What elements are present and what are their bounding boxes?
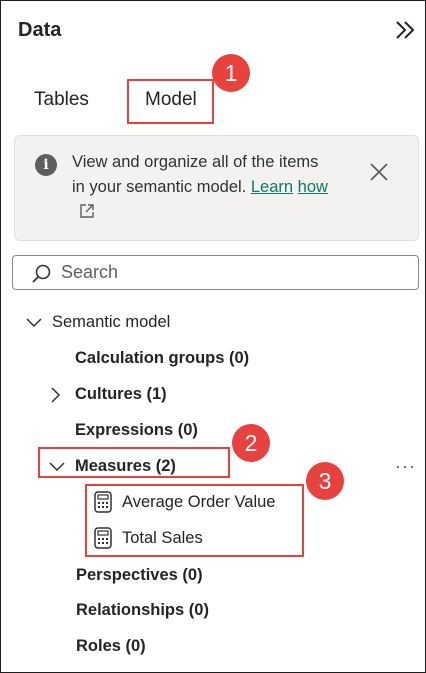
callout-badge-1: 1 bbox=[212, 54, 250, 92]
data-pane: Data Tables Model 1 i View and organize … bbox=[0, 0, 426, 673]
tree-item-label: Measures (2) bbox=[75, 457, 176, 475]
tree-item-label: Roles (0) bbox=[76, 637, 146, 655]
pane-title: Data bbox=[18, 19, 62, 41]
measure-label: Total Sales bbox=[122, 529, 203, 547]
tree-item-label: Perspectives (0) bbox=[76, 566, 203, 584]
search-box bbox=[12, 255, 419, 290]
callout-badge-3: 3 bbox=[306, 462, 344, 500]
tree-root-label: Semantic model bbox=[52, 313, 171, 331]
chevron-right-icon[interactable] bbox=[49, 386, 61, 404]
info-banner: i View and organize all of the items in … bbox=[14, 135, 419, 241]
measure-label: Average Order Value bbox=[122, 493, 276, 511]
tree-item-label: Calculation groups (0) bbox=[75, 349, 250, 367]
tree-item-label: Expressions (0) bbox=[75, 421, 198, 439]
double-chevron-right-icon bbox=[396, 21, 415, 39]
tree-item-label: Cultures (1) bbox=[75, 385, 167, 403]
measure-total-sales[interactable]: Total Sales bbox=[122, 529, 203, 548]
callout-badge-2: 2 bbox=[232, 424, 270, 462]
chevron-down-icon[interactable] bbox=[25, 317, 43, 329]
tree-root-semantic-model[interactable]: Semantic model bbox=[52, 313, 170, 332]
chevron-down-icon[interactable] bbox=[48, 461, 66, 473]
info-icon: i bbox=[35, 154, 57, 176]
close-icon bbox=[370, 163, 388, 181]
tree-item-cultures[interactable]: Cultures (1) bbox=[75, 385, 167, 404]
learn-how-link-end[interactable]: how bbox=[298, 178, 328, 196]
calculator-icon bbox=[94, 491, 112, 513]
collapse-pane-button[interactable] bbox=[391, 17, 419, 45]
tree-item-measures[interactable]: Measures (2) bbox=[75, 457, 176, 476]
tab-model[interactable]: Model bbox=[145, 89, 197, 111]
search-icon bbox=[32, 264, 51, 283]
tab-tables[interactable]: Tables bbox=[34, 89, 89, 111]
tree-item-perspectives[interactable]: Perspectives (0) bbox=[76, 566, 203, 585]
tree-item-label: Relationships (0) bbox=[76, 601, 209, 619]
calculator-icon bbox=[94, 527, 112, 549]
tree-item-relationships[interactable]: Relationships (0) bbox=[76, 601, 209, 620]
search-input[interactable] bbox=[61, 260, 401, 285]
tree-item-roles[interactable]: Roles (0) bbox=[76, 637, 146, 656]
learn-how-link-start[interactable]: Learn bbox=[251, 178, 293, 196]
info-text: View and organize all of the items in yo… bbox=[72, 150, 332, 225]
tree-item-calculation-groups[interactable]: Calculation groups (0) bbox=[75, 349, 249, 368]
measure-average-order-value[interactable]: Average Order Value bbox=[122, 493, 275, 512]
tree-item-expressions[interactable]: Expressions (0) bbox=[75, 421, 198, 440]
more-options-button[interactable]: ··· bbox=[395, 456, 416, 477]
close-banner-button[interactable] bbox=[369, 162, 389, 182]
external-link-icon bbox=[80, 204, 94, 218]
